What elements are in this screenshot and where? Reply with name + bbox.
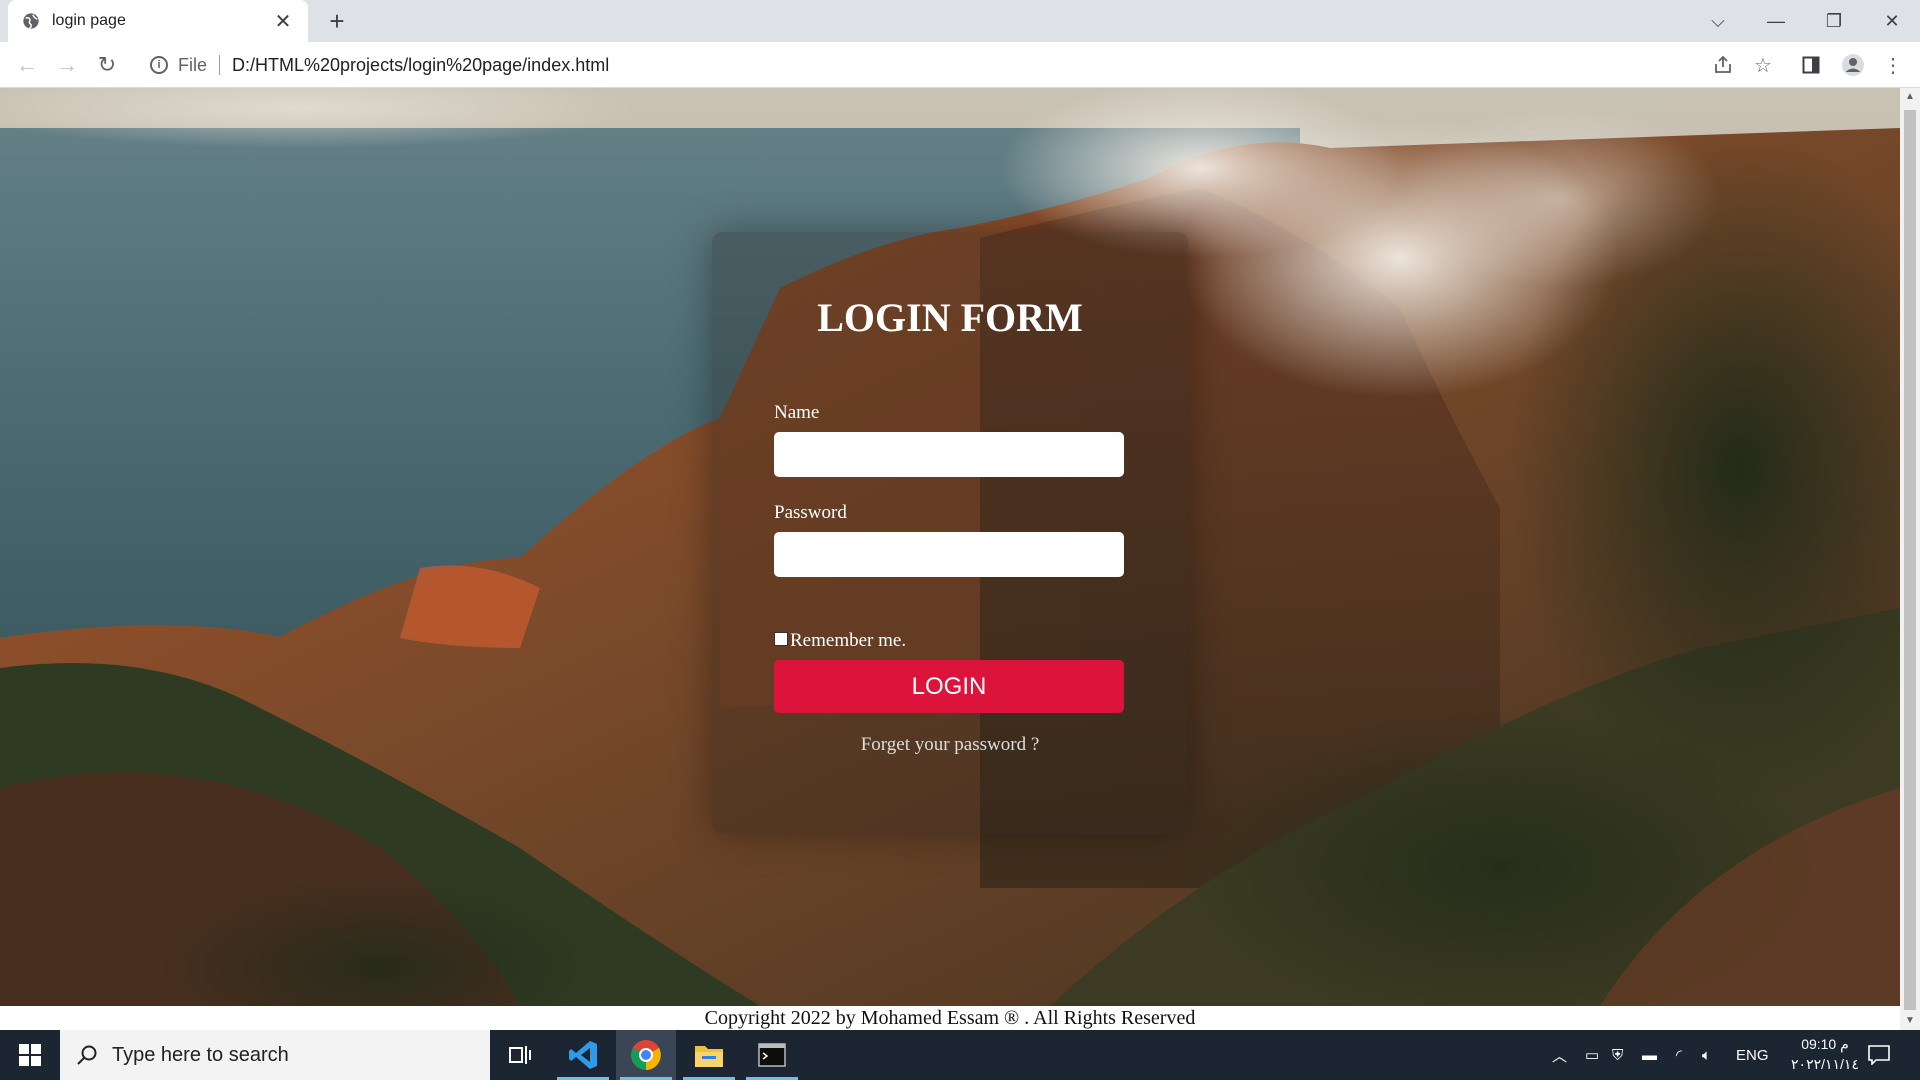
- taskbar-search-box[interactable]: Type here to search: [60, 1030, 490, 1080]
- login-card: LOGIN FORM Name Password Remember me. LO…: [712, 232, 1188, 834]
- tab-title: login page: [52, 12, 126, 29]
- search-icon: [77, 1045, 97, 1065]
- page-scrollbar[interactable]: ▲ ▼: [1900, 88, 1920, 1030]
- new-tab-button[interactable]: +: [322, 6, 352, 36]
- taskbar-clock[interactable]: 09:10 م ٢٠٢٢/١١/١٤: [1780, 1034, 1870, 1074]
- password-label: Password: [774, 502, 847, 523]
- menu-kebab-icon[interactable]: ⋮: [1878, 50, 1908, 80]
- remember-me-label: Remember me.: [790, 630, 907, 651]
- show-hidden-icons-chevron-icon[interactable]: ︿: [1552, 1030, 1567, 1080]
- name-label: Name: [774, 402, 820, 423]
- omnibox-divider: [219, 55, 221, 75]
- url-text[interactable]: D:/HTML%20projects/login%20page/index.ht…: [232, 55, 609, 76]
- reload-button[interactable]: ↻: [92, 50, 122, 80]
- forward-button[interactable]: →: [52, 50, 82, 80]
- tab-search-icon[interactable]: ⌵: [1690, 0, 1746, 42]
- remember-me-row[interactable]: Remember me.: [774, 630, 906, 652]
- tab-strip: login page ✕ + ⌵ — ❐ ✕: [0, 0, 1920, 42]
- notifications-icon[interactable]: [1868, 1030, 1890, 1080]
- back-button[interactable]: ←: [12, 50, 42, 80]
- close-tab-icon[interactable]: ✕: [272, 9, 294, 34]
- vscode-taskbar-icon[interactable]: [553, 1030, 613, 1080]
- profile-avatar-icon[interactable]: [1838, 50, 1868, 80]
- scroll-up-arrow-icon[interactable]: ▲: [1900, 88, 1920, 106]
- language-indicator[interactable]: ENG: [1736, 1030, 1769, 1080]
- clock-time: 09:10 م: [1801, 1036, 1849, 1052]
- browser-toolbar: ← → ↻ i File D:/HTML%20projects/login%20…: [0, 42, 1920, 88]
- page-viewport: LOGIN FORM Name Password Remember me. LO…: [0, 88, 1900, 1030]
- forgot-password-link[interactable]: Forget your password ?: [712, 734, 1188, 756]
- bookmark-star-icon[interactable]: ☆: [1748, 50, 1778, 80]
- minimize-button[interactable]: —: [1748, 0, 1804, 42]
- task-view-icon[interactable]: [490, 1030, 550, 1080]
- form-title: LOGIN FORM: [817, 295, 1083, 340]
- restore-button[interactable]: ❐: [1806, 0, 1862, 42]
- battery-icon[interactable]: ▬: [1642, 1030, 1657, 1080]
- scrollbar-thumb[interactable]: [1904, 110, 1916, 1010]
- file-explorer-taskbar-icon[interactable]: [679, 1030, 739, 1080]
- windows-taskbar: Type here to search ︿ ▭ ⛨ ▬ ◜ 🔈︎ ENG 09:…: [0, 1030, 1920, 1080]
- chrome-taskbar-icon[interactable]: [616, 1030, 676, 1080]
- copyright-footer: Copyright 2022 by Mohamed Essam ® . All …: [0, 1006, 1900, 1030]
- scroll-down-arrow-icon[interactable]: ▼: [1900, 1012, 1920, 1030]
- security-icon[interactable]: ⛨: [1612, 1030, 1623, 1080]
- windows-logo-icon: [19, 1044, 41, 1066]
- password-input[interactable]: [774, 532, 1124, 577]
- search-placeholder: Type here to search: [112, 1043, 289, 1066]
- start-button[interactable]: [0, 1030, 60, 1080]
- terminal-taskbar-icon[interactable]: [742, 1030, 802, 1080]
- browser-tab[interactable]: login page ✕: [8, 0, 308, 42]
- globe-icon: [23, 13, 39, 29]
- info-icon[interactable]: i: [150, 56, 168, 74]
- close-window-button[interactable]: ✕: [1864, 0, 1920, 42]
- clock-date: ٢٠٢٢/١١/١٤: [1791, 1056, 1859, 1072]
- wifi-icon[interactable]: ◜: [1676, 1030, 1682, 1080]
- side-panel-icon[interactable]: [1796, 50, 1826, 80]
- file-scheme-label: File: [178, 54, 208, 75]
- address-bar[interactable]: i File D:/HTML%20projects/login%20page/i…: [136, 47, 1696, 83]
- volume-icon[interactable]: 🔈︎: [1702, 1030, 1711, 1080]
- login-button[interactable]: LOGIN: [774, 660, 1124, 713]
- name-input[interactable]: [774, 432, 1124, 477]
- meet-now-icon[interactable]: ▭: [1585, 1030, 1599, 1080]
- remember-me-checkbox[interactable]: [774, 632, 788, 646]
- share-icon[interactable]: [1708, 50, 1738, 80]
